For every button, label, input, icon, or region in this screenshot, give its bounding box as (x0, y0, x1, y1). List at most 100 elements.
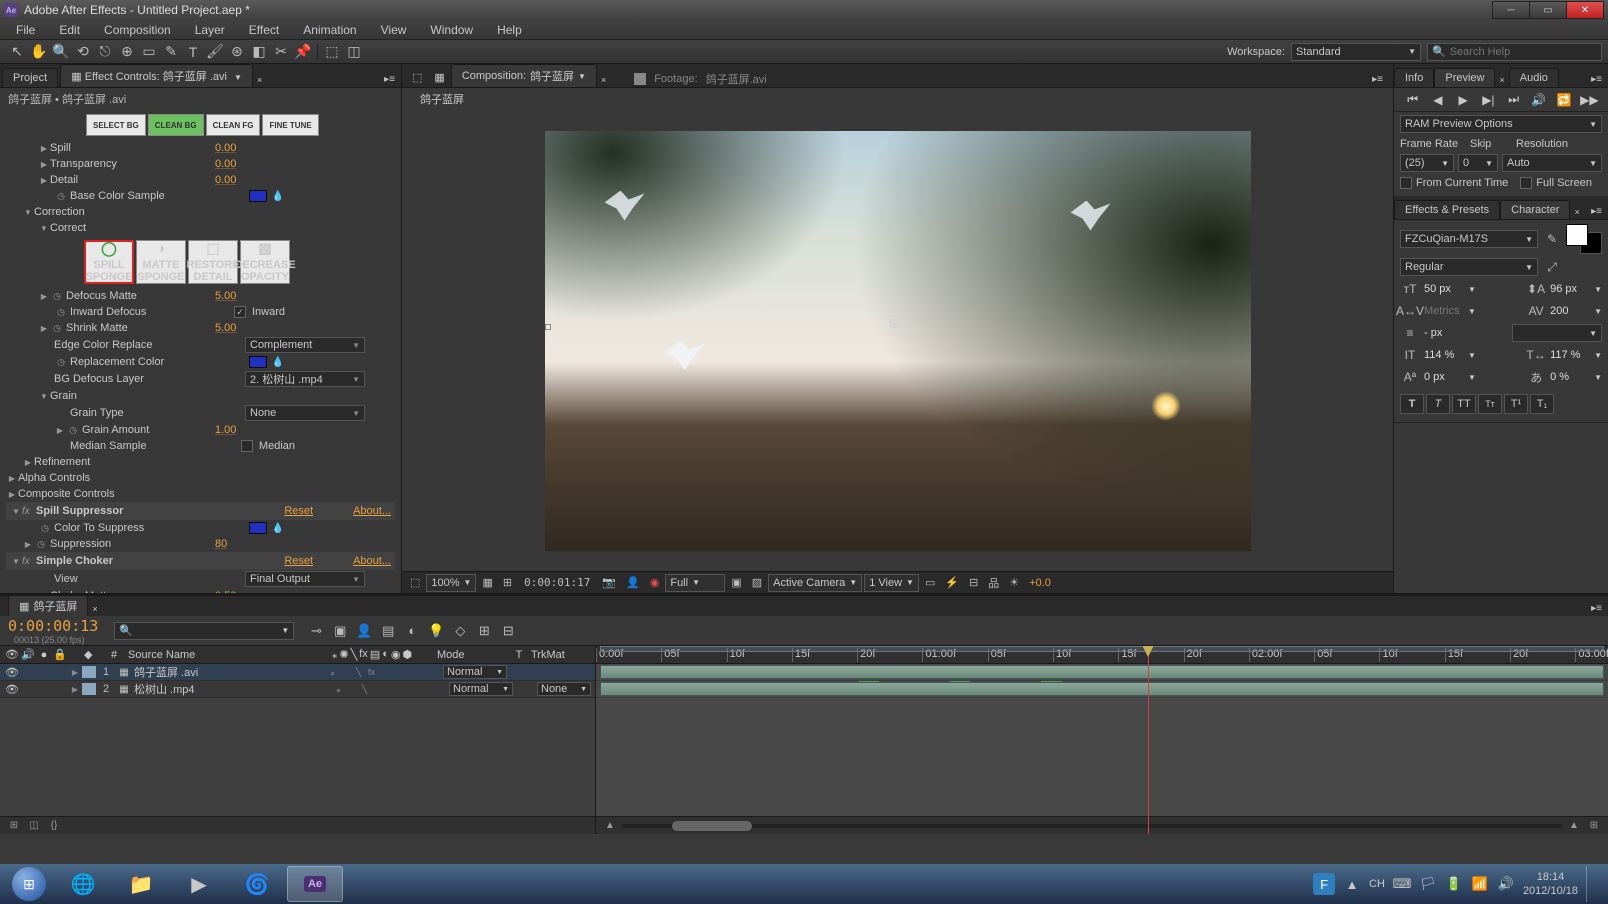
matte-sponge-button[interactable]: ◑MATTESPONGE (136, 240, 186, 284)
lock-column-icon[interactable]: 🔒 (52, 648, 68, 661)
speaker-column-icon[interactable]: 🔊 (20, 648, 36, 661)
suppress-color-swatch[interactable] (249, 522, 267, 534)
timeline-tool-icon[interactable]: ⊟ (498, 621, 518, 641)
defocus-matte-value[interactable]: 5.00 (215, 290, 255, 302)
safe-zones-icon[interactable]: ▦ (478, 574, 496, 592)
composition-viewer[interactable]: ⊕ (402, 110, 1393, 571)
roi-icon[interactable]: ▣ (727, 574, 745, 592)
font-size-value[interactable]: 50 px (1424, 283, 1464, 295)
hscale-value[interactable]: 117 % (1550, 349, 1590, 361)
layer-name[interactable]: 松树山 .mp4 (132, 681, 319, 697)
base-color-swatch[interactable] (249, 190, 267, 202)
tray-action-center-icon[interactable]: 🏳 (1419, 875, 1437, 893)
inward-checkbox[interactable]: ✓ (234, 306, 246, 318)
frame-blend-icon[interactable]: ▤ (378, 621, 398, 641)
grain-type-dropdown[interactable]: None▼ (245, 405, 365, 421)
comp-flowchart-icon[interactable]: ▦ (428, 68, 450, 87)
twirl-icon[interactable]: ▶ (68, 668, 82, 677)
exposure-value[interactable]: +0.0 (1025, 577, 1055, 589)
channel-icon[interactable]: ◉ (646, 574, 664, 592)
adjustment-switch-icon[interactable]: ◉ (391, 648, 401, 661)
graph-editor-icon[interactable]: ⊞ (474, 621, 494, 641)
tab-close-icon[interactable]: × (1495, 73, 1508, 87)
minimize-button[interactable]: ─ (1492, 1, 1530, 19)
zoom-tool-icon[interactable]: 🔍 (50, 42, 72, 62)
from-current-checkbox[interactable] (1400, 177, 1412, 189)
tsume-value[interactable]: 0 % (1550, 371, 1590, 383)
fx-icon[interactable]: fx (22, 506, 36, 517)
stopwatch-icon[interactable]: ◷ (38, 521, 52, 535)
composition-tab[interactable]: Composition: 鸽子蓝屏 ▼ (451, 64, 597, 87)
stopwatch-icon[interactable]: ◷ (50, 321, 64, 335)
shy-switch[interactable]: ⁎ (333, 684, 344, 695)
comp-button-icon[interactable]: ⊞ (1586, 819, 1602, 833)
vscale-value[interactable]: 114 % (1424, 349, 1464, 361)
twirl-icon[interactable]: ▶ (38, 142, 50, 154)
project-tab[interactable]: Project (2, 68, 58, 87)
info-tab[interactable]: Info (1394, 68, 1434, 87)
fx-switch[interactable] (372, 684, 383, 695)
superscript-button[interactable]: T¹ (1504, 394, 1528, 414)
fx-switch[interactable]: fx (366, 667, 377, 678)
zoom-in-icon[interactable]: ▲ (1566, 819, 1582, 833)
timeline-search[interactable]: 🔍 ▼ (114, 622, 294, 640)
spill-value[interactable]: 0.00 (215, 142, 255, 154)
zoom-dropdown[interactable]: 100%▼ (426, 574, 476, 592)
spill-sponge-button[interactable]: ◯SPILLSPONGE (84, 240, 134, 284)
start-button[interactable]: ⊞ (4, 866, 54, 902)
ram-preview-options-dropdown[interactable]: RAM Preview Options▼ (1400, 115, 1602, 133)
timeline-layer-row[interactable]: 👁 ▶ 2 ▦ 松树山 .mp4 ⁎ ╲ Normal▼ (0, 681, 595, 698)
resolution-dropdown[interactable]: Full▼ (665, 574, 725, 592)
source-name-column[interactable]: Source Name (124, 649, 307, 661)
roto-tool-icon[interactable]: ✂ (270, 42, 292, 62)
shrink-matte-value[interactable]: 5.00 (215, 322, 255, 334)
stopwatch-icon[interactable]: ◷ (54, 355, 68, 369)
menu-layer[interactable]: Layer (183, 21, 237, 39)
mode-column[interactable]: Mode (437, 649, 507, 661)
flowchart-icon[interactable]: 品 (984, 574, 1003, 592)
always-preview-icon[interactable]: ⬚ (406, 574, 424, 592)
choke-matte-value[interactable]: 0.50 (215, 590, 255, 593)
tray-input-icon[interactable]: ⌨ (1393, 875, 1411, 893)
tool-option-icon[interactable]: ⬚ (321, 42, 343, 62)
tray-network-icon[interactable]: 📶 (1471, 875, 1489, 893)
subscript-button[interactable]: T₁ (1530, 394, 1554, 414)
twirl-icon[interactable]: ▼ (38, 390, 50, 402)
detail-value[interactable]: 0.00 (215, 174, 255, 186)
timeline-track-area[interactable]: 0:00f05f10f15f20f01:00f05f10f15f20f02:00… (596, 646, 1608, 834)
current-time-indicator[interactable] (1148, 646, 1149, 834)
motionblur-switch[interactable] (392, 667, 403, 678)
panel-menu-icon[interactable]: ▸≡ (1585, 601, 1608, 616)
fx-icon[interactable]: fx (22, 556, 36, 567)
faux-bold-button[interactable]: T (1400, 394, 1424, 414)
trkmat-column[interactable]: TrkMat (531, 649, 591, 661)
font-color-picker[interactable] (1566, 224, 1602, 254)
quality-switch[interactable]: ╲ (353, 667, 364, 678)
layer-visibility-icon[interactable]: 👁 (4, 683, 20, 696)
toggle-modes-icon[interactable]: ◫ (26, 819, 42, 833)
small-caps-button[interactable]: Tᴛ (1478, 394, 1502, 414)
comp-mini-flowchart-icon[interactable]: ⊸ (306, 621, 326, 641)
footage-toggle-icon[interactable] (634, 73, 646, 85)
tray-volume-icon[interactable]: 🔊 (1497, 875, 1515, 893)
search-help-box[interactable]: 🔍 (1427, 43, 1602, 61)
motionblur-switch-icon[interactable]: ◐ (382, 648, 389, 661)
layer-clip-bar[interactable] (600, 682, 1604, 696)
taskbar-mediaplayer-icon[interactable]: ▶ (171, 866, 227, 902)
clean-bg-button[interactable]: CLEAN BG (148, 114, 204, 136)
audio-tab[interactable]: Audio (1509, 68, 1559, 87)
twirl-icon[interactable]: ▼ (22, 206, 34, 218)
hand-tool-icon[interactable]: ✋ (28, 42, 50, 62)
hide-shy-icon[interactable]: 👤 (354, 621, 374, 641)
work-area-bar[interactable] (600, 646, 1604, 652)
show-desktop-button[interactable] (1586, 866, 1596, 902)
eyedropper-icon[interactable]: 💧 (271, 189, 285, 203)
font-style-dropdown[interactable]: Regular▼ (1400, 258, 1538, 276)
twirl-icon[interactable]: ▶ (38, 174, 50, 186)
trkmat-dropdown[interactable]: None▼ (537, 682, 591, 696)
eyedropper-icon[interactable]: 💧 (271, 355, 285, 369)
brush-tool-icon[interactable]: 🖌 (204, 42, 226, 62)
zoom-out-icon[interactable]: ▲ (602, 819, 618, 833)
solo-column-icon[interactable]: ● (36, 649, 52, 661)
twirl-icon[interactable]: ▶ (6, 488, 18, 500)
